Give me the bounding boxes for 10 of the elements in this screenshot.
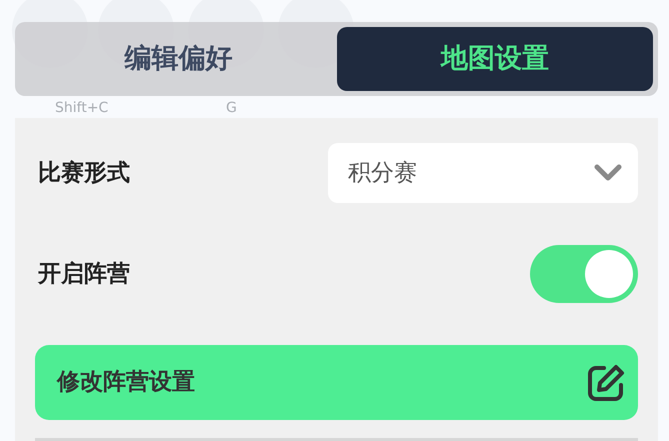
edit-icon	[586, 362, 626, 402]
mode-dropdown[interactable]: 积分赛	[328, 143, 638, 203]
setting-label: 比赛形式	[37, 158, 130, 188]
chevron-down-icon	[594, 164, 622, 182]
setting-label: 开启阵营	[36, 260, 130, 289]
tab[interactable]: 编辑偏好	[20, 27, 336, 91]
shortcut-label: Shift+C	[55, 100, 108, 116]
edit-camp-settings-button[interactable]: 修改阵营设置	[35, 345, 638, 420]
shortcut-label: G	[226, 100, 237, 116]
tab[interactable]: 地图设置	[336, 27, 653, 91]
